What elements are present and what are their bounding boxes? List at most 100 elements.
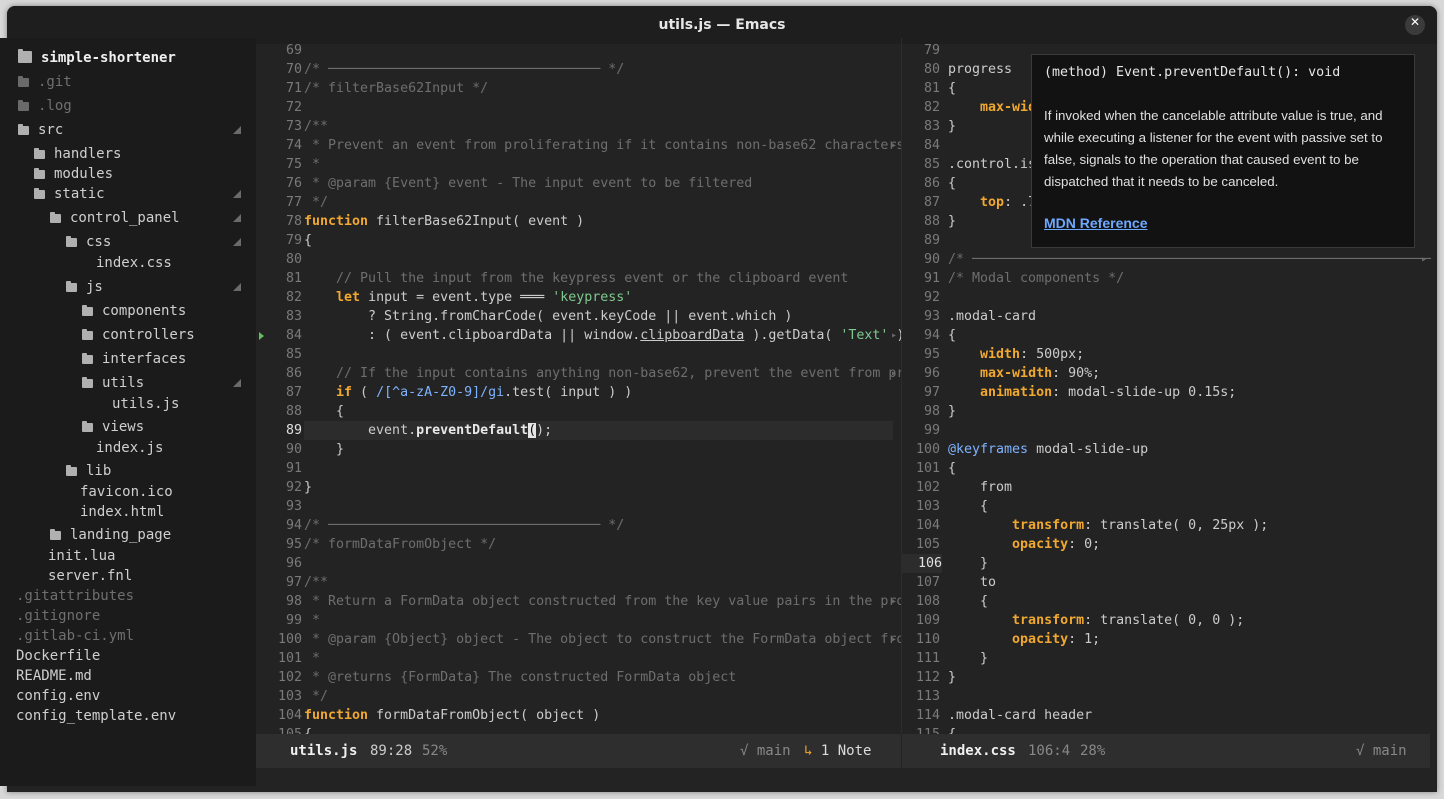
tree-folder[interactable]: controllers	[82, 325, 195, 345]
code-line[interactable]: 75 *	[256, 155, 901, 174]
code-line[interactable]: 106 }	[902, 554, 1431, 573]
tree-folder[interactable]: control_panel	[50, 208, 180, 228]
code-line[interactable]: 91 /* Modal components */	[902, 269, 1431, 288]
tree-file[interactable]: Dockerfile	[16, 646, 100, 666]
tree-file[interactable]: server.fnl	[48, 566, 132, 586]
code-line[interactable]: 115 {	[902, 725, 1431, 734]
code-line[interactable]: 103 */	[256, 687, 901, 706]
tree-folder[interactable]: static	[34, 184, 105, 204]
code-line[interactable]: 107 to	[902, 573, 1431, 592]
code-line[interactable]: 103 {	[902, 497, 1431, 516]
code-line[interactable]: 94 {	[902, 326, 1431, 345]
tree-folder[interactable]: interfaces	[82, 349, 186, 369]
expanded-arrow-icon[interactable]	[233, 190, 241, 198]
code-line[interactable]: 92	[902, 288, 1431, 307]
code-line[interactable]: 112}	[902, 668, 1431, 687]
code-line[interactable]: 87 if ( /[^a-zA-Z0-9]/gi.test( input ) )	[256, 383, 901, 402]
code-line[interactable]: 90 }	[256, 440, 901, 459]
code-line[interactable]: 114 .modal-card header	[902, 706, 1431, 725]
code-line[interactable]: 84 : ( event.clipboardData || window.cli…	[256, 326, 901, 345]
mdn-reference-link[interactable]: MDN Reference	[1044, 215, 1147, 231]
expanded-arrow-icon[interactable]	[233, 238, 241, 246]
tree-file[interactable]: favicon.ico	[80, 482, 173, 502]
tree-file[interactable]: .gitattributes	[16, 586, 134, 606]
code-line[interactable]: 96 max-width: 90%;	[902, 364, 1431, 383]
close-button[interactable]: ✕	[1405, 15, 1425, 35]
code-line[interactable]: 92}	[256, 478, 901, 497]
code-line[interactable]: 102 from	[902, 478, 1431, 497]
code-line[interactable]: 110 opacity: 1;	[902, 630, 1431, 649]
code-line[interactable]: 99	[902, 421, 1431, 440]
code-line[interactable]: 101 *	[256, 649, 901, 668]
expanded-arrow-icon[interactable]	[233, 379, 241, 387]
tree-file[interactable]: .gitignore	[16, 606, 100, 626]
editor-pane-utils-js[interactable]: 69 70/* ─────────────────────────────────…	[256, 38, 901, 734]
code-line[interactable]: 78 function filterBase62Input( event )	[256, 212, 901, 231]
code-line[interactable]: 104 transform: translate( 0, 25px );	[902, 516, 1431, 535]
tree-folder[interactable]: simple-shortener	[18, 48, 176, 68]
tree-file[interactable]: init.lua	[48, 546, 115, 566]
code-line[interactable]: 97/**	[256, 573, 901, 592]
code-line[interactable]: 89 event.preventDefault();	[256, 421, 901, 440]
tree-file[interactable]: index.css	[96, 253, 172, 273]
code-line[interactable]: 72	[256, 98, 901, 117]
tree-folder[interactable]: components	[82, 301, 186, 321]
modeline-git-branch[interactable]: √ main	[1356, 734, 1407, 768]
code-line[interactable]: 93	[256, 497, 901, 516]
tree-folder[interactable]: js	[66, 277, 103, 297]
code-line[interactable]: 113	[902, 687, 1431, 706]
expanded-arrow-icon[interactable]	[233, 214, 241, 222]
modeline-diagnostics[interactable]: ↳ 1 Note	[804, 734, 871, 768]
code-line[interactable]: 111 }	[902, 649, 1431, 668]
tree-folder[interactable]: .git	[18, 72, 72, 92]
tree-file[interactable]: utils.js	[112, 394, 179, 414]
code-line[interactable]: 109 transform: translate( 0, 0 );	[902, 611, 1431, 630]
expanded-arrow-icon[interactable]	[233, 283, 241, 291]
tree-file[interactable]: index.html	[80, 502, 164, 522]
code-line[interactable]: 74 * Prevent an event from proliferating…	[256, 136, 901, 155]
code-line[interactable]: 102 * @returns {FormData} The constructe…	[256, 668, 901, 687]
code-line[interactable]: 82 let input = event.type ═══ 'keypress'	[256, 288, 901, 307]
code-line[interactable]: 70/* ────────────────────────────────── …	[256, 60, 901, 79]
code-line[interactable]: 91	[256, 459, 901, 478]
code-line[interactable]: 76 * @param {Event} event - The input ev…	[256, 174, 901, 193]
code-line[interactable]: 96	[256, 554, 901, 573]
code-line[interactable]: 99 *	[256, 611, 901, 630]
code-line[interactable]: 88 {	[256, 402, 901, 421]
tree-file[interactable]: index.js	[96, 438, 163, 458]
code-line[interactable]: 83 ? String.fromCharCode( event.keyCode …	[256, 307, 901, 326]
tree-file[interactable]: README.md	[16, 666, 92, 686]
tree-file[interactable]: .gitlab-ci.yml	[16, 626, 134, 646]
tree-folder[interactable]: utils	[82, 373, 144, 393]
code-line[interactable]: 100 @keyframes modal-slide-up	[902, 440, 1431, 459]
code-line[interactable]: 77 */	[256, 193, 901, 212]
code-line[interactable]: 79{	[256, 231, 901, 250]
code-line[interactable]: 108 {	[902, 592, 1431, 611]
tree-folder[interactable]: css	[66, 232, 111, 252]
tree-file[interactable]: config_template.env	[16, 706, 176, 726]
code-line[interactable]: 105{	[256, 725, 901, 734]
tree-folder[interactable]: handlers	[34, 144, 121, 164]
code-line[interactable]: 73/**	[256, 117, 901, 136]
expanded-arrow-icon[interactable]	[233, 126, 241, 134]
code-line[interactable]: 94/* ────────────────────────────────── …	[256, 516, 901, 535]
code-line[interactable]: 95/* formDataFromObject */	[256, 535, 901, 554]
tree-folder[interactable]: landing_page	[50, 525, 171, 545]
tree-folder[interactable]: .log	[18, 96, 72, 116]
code-line[interactable]: 97 animation: modal-slide-up 0.15s;	[902, 383, 1431, 402]
code-line[interactable]: 81 // Pull the input from the keypress e…	[256, 269, 901, 288]
code-line[interactable]: 69	[256, 41, 901, 60]
code-line[interactable]: 104 function formDataFromObject( object )	[256, 706, 901, 725]
code-line[interactable]: 93 .modal-card	[902, 307, 1431, 326]
code-line[interactable]: 98}	[902, 402, 1431, 421]
diagnostic-marker-icon[interactable]	[259, 332, 264, 340]
tree-folder[interactable]: src	[18, 120, 63, 140]
code-line[interactable]: 101 {	[902, 459, 1431, 478]
code-line[interactable]: 98 * Return a FormData object constructe…	[256, 592, 901, 611]
code-line[interactable]: 95 width: 500px;	[902, 345, 1431, 364]
tree-folder[interactable]: lib	[66, 461, 111, 481]
code-line[interactable]: 90 /* ───────────────────────────────────…	[902, 250, 1431, 269]
code-line[interactable]: 85	[256, 345, 901, 364]
tree-folder[interactable]: modules	[34, 164, 113, 184]
code-line[interactable]: 105 opacity: 0;	[902, 535, 1431, 554]
